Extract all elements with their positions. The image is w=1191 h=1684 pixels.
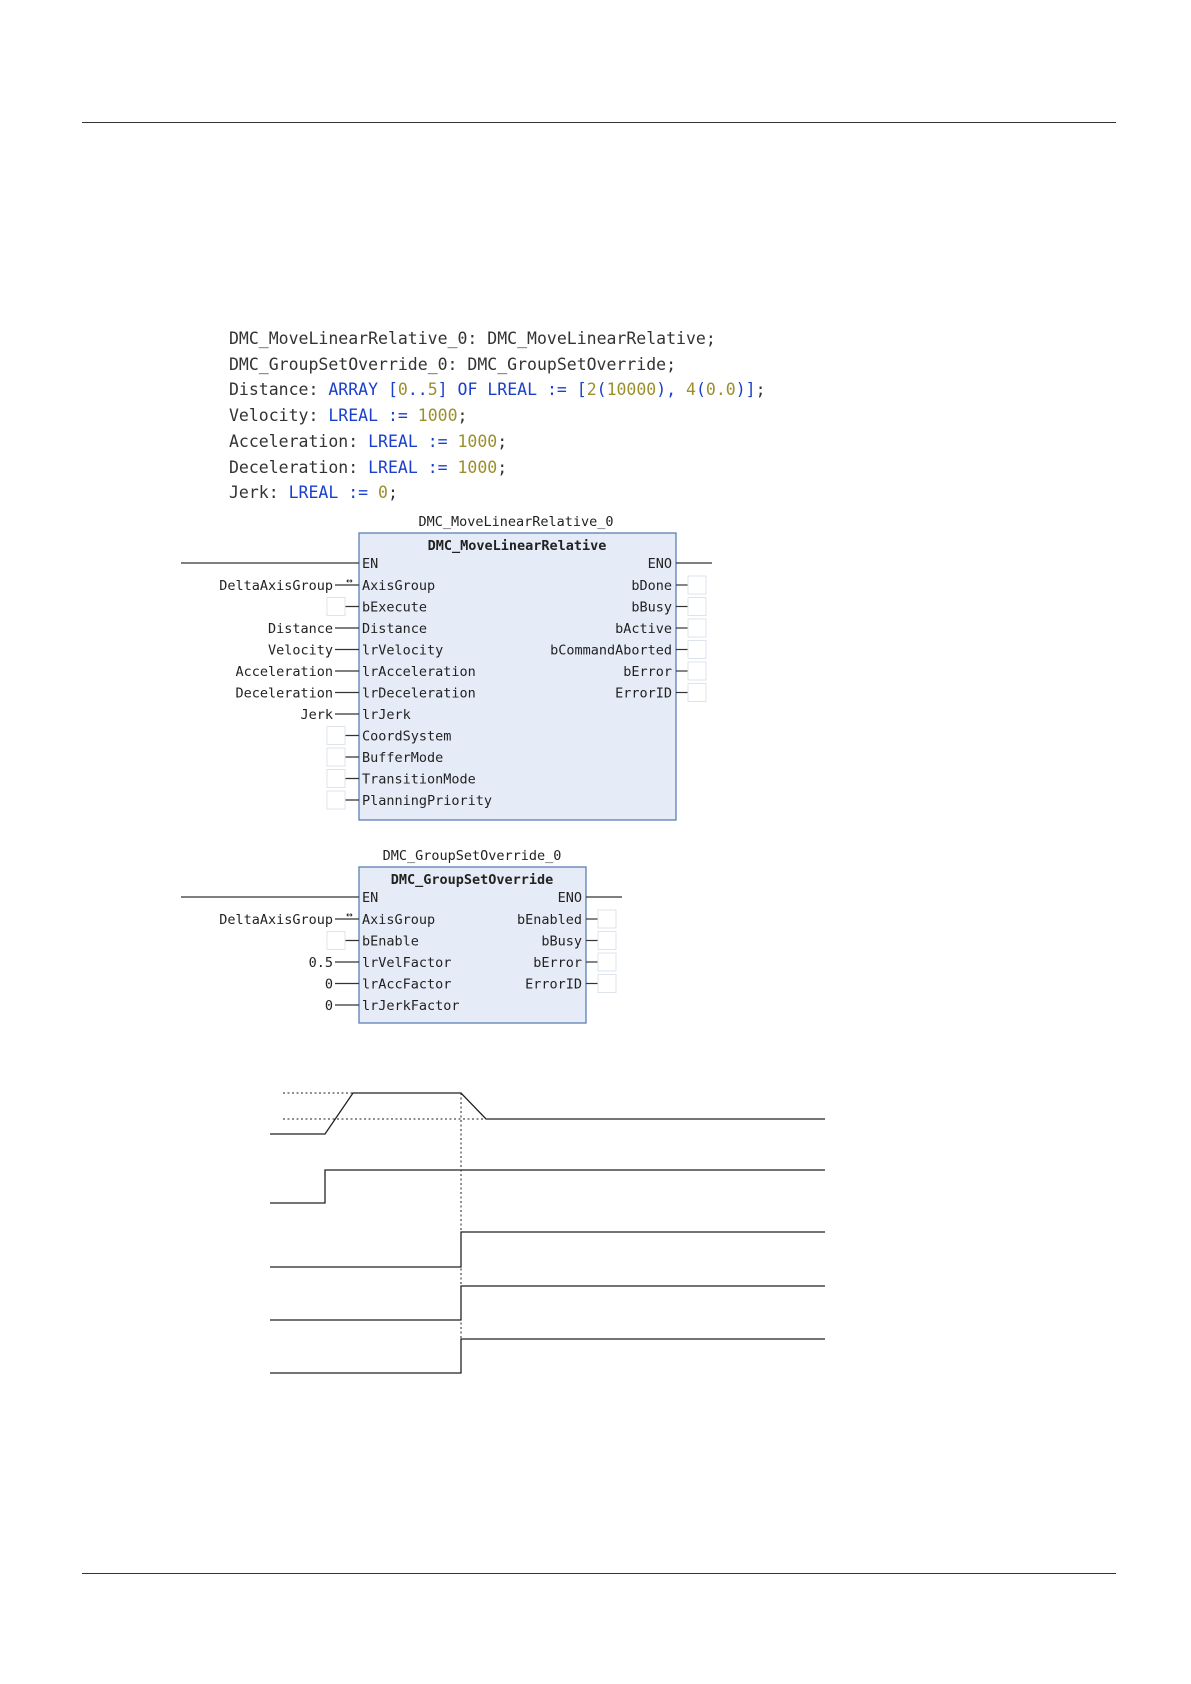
fb1-input-empty-box: [326, 597, 346, 616]
fb2-output-name: ErrorID: [525, 977, 582, 993]
fb2-output-pin: bError: [533, 952, 617, 972]
fb1-output-name: bCommandAborted: [550, 643, 672, 659]
fb1-eno-label: ENO: [648, 556, 672, 572]
fb2-input-pin: lrJerkFactor 0: [325, 998, 460, 1014]
fb2-instance-name: DMC_GroupSetOverride_0: [383, 848, 562, 864]
timing-trace-signal-4: [270, 1285, 825, 1321]
fb2-input-pin: bEnable: [326, 931, 419, 950]
fb2-output-name: bEnabled: [517, 912, 582, 928]
fb2-input-value: 0: [325, 998, 333, 1014]
fb2-input-value: DeltaAxisGroup: [219, 912, 333, 928]
function-block-move-linear-relative: DMC_MoveLinearRelative_0 DMC_MoveLinearR…: [181, 514, 712, 821]
fb1-output-pin: bBusy: [631, 597, 707, 616]
fb1-input-name: lrJerk: [362, 707, 411, 723]
fb2-input-name: lrJerkFactor: [362, 998, 460, 1014]
timing-chart: [270, 1092, 825, 1374]
fb1-input-name: Distance: [362, 621, 427, 637]
fb1-output-empty-box: [687, 597, 707, 616]
fb2-output-pin: bBusy: [541, 931, 617, 950]
fb1-output-empty-box: [687, 683, 707, 702]
fb1-instance-name: DMC_MoveLinearRelative_0: [418, 514, 613, 530]
function-block-group-set-override: DMC_GroupSetOverride_0 DMC_GroupSetOverr…: [181, 848, 622, 1024]
fb2-input-name: lrVelFactor: [362, 955, 451, 971]
fb2-input-name: bEnable: [362, 934, 419, 950]
fb1-output-pin: bActive: [615, 618, 707, 638]
fb1-input-name: TransitionMode: [362, 772, 476, 788]
fb2-output-name: bBusy: [541, 934, 582, 950]
fb1-output-pin: ErrorID: [615, 683, 707, 702]
fb1-input-name: lrDeceleration: [362, 686, 476, 702]
fb1-input-value: Acceleration: [235, 664, 333, 680]
timing-trace-enable: [270, 1169, 825, 1204]
fb1-input-name: CoordSystem: [362, 729, 451, 745]
timing-trace-signal-5: [270, 1338, 825, 1374]
fb1-input-pin: TransitionMode: [326, 769, 476, 788]
fb1-output-pin: bDone: [631, 575, 707, 595]
fb2-input-name: AxisGroup: [362, 912, 435, 928]
fb1-input-pin: PlanningPriority: [326, 790, 492, 810]
fb1-output-pin: bError: [623, 661, 707, 681]
fb2-input-value: 0: [325, 977, 333, 993]
fb2-output-empty-box: [597, 909, 617, 929]
fb2-inout-icon: ↔: [346, 908, 353, 921]
fb1-input-pin: lrVelocity Velocity: [268, 643, 443, 659]
fb1-input-name: lrVelocity: [362, 643, 443, 659]
fb2-output-pin: bEnabled: [517, 909, 617, 929]
fb1-input-empty-box: [326, 790, 346, 810]
fb2-output-empty-box: [597, 974, 617, 993]
fb2-output-name: bError: [533, 955, 582, 971]
fb1-input-value: Jerk: [300, 707, 333, 723]
fb1-output-pin: bCommandAborted: [550, 640, 707, 659]
fb1-input-pin: bExecute: [326, 597, 427, 616]
fb2-output-pin: ErrorID: [525, 974, 617, 993]
fb1-input-name: lrAcceleration: [362, 664, 476, 680]
fb1-input-pin: lrJerk Jerk: [300, 707, 410, 723]
fb2-output-empty-box: [597, 952, 617, 972]
fb1-en-label: EN: [362, 556, 378, 572]
fb1-input-empty-box: [326, 726, 346, 745]
diagram-canvas: DMC_MoveLinearRelative_0 DMC_MoveLinearR…: [181, 514, 825, 1374]
fb1-inout-icon: ↔: [346, 574, 353, 587]
fb1-input-empty-box: [326, 747, 346, 767]
fb1-output-empty-box: [687, 640, 707, 659]
fb1-output-name: bError: [623, 664, 672, 680]
fb2-input-empty-box: [326, 931, 346, 950]
fb1-output-name: bActive: [615, 621, 672, 637]
fb2-input-pin: lrVelFactor 0.5: [309, 955, 452, 971]
fb1-output-empty-box: [687, 618, 707, 638]
timing-trace-velocity: [270, 1092, 825, 1135]
fb1-input-value: Deceleration: [235, 686, 333, 702]
fb1-input-pin: Distance Distance: [268, 621, 427, 637]
fb1-input-name: AxisGroup: [362, 578, 435, 594]
fb1-input-name: bExecute: [362, 600, 427, 616]
fb1-type-name: DMC_MoveLinearRelative: [428, 538, 607, 554]
fb1-output-empty-box: [687, 575, 707, 595]
fb1-output-name: bBusy: [631, 600, 672, 616]
fb1-input-value: Distance: [268, 621, 333, 637]
fb1-output-empty-box: [687, 661, 707, 681]
fb1-input-value: Velocity: [268, 643, 333, 659]
fb1-input-pin: lrDeceleration Deceleration: [235, 686, 475, 702]
fb2-output-empty-box: [597, 931, 617, 950]
fb1-input-empty-box: [326, 769, 346, 788]
fb2-input-pin: lrAccFactor 0: [325, 977, 452, 993]
fb2-input-pins: AxisGroup DeltaAxisGroup ↔ bEnable lrVelFact…: [219, 908, 459, 1014]
fb1-input-name: PlanningPriority: [362, 793, 492, 809]
fb2-input-value: 0.5: [309, 955, 333, 971]
fb2-input-name: lrAccFactor: [362, 977, 451, 993]
fb1-input-pin: lrAcceleration Acceleration: [235, 664, 475, 680]
timing-trace-signal-3: [270, 1231, 825, 1268]
fb1-input-pin: CoordSystem: [326, 726, 451, 745]
fb1-output-name: bDone: [631, 578, 672, 594]
fb2-type-name: DMC_GroupSetOverride: [391, 872, 554, 888]
fb1-input-value: DeltaAxisGroup: [219, 578, 333, 594]
fb2-en-label: EN: [362, 890, 378, 906]
fb1-input-pin: BufferMode: [326, 747, 443, 767]
fb2-eno-label: ENO: [558, 890, 582, 906]
fb1-output-name: ErrorID: [615, 686, 672, 702]
fb1-input-name: BufferMode: [362, 750, 443, 766]
